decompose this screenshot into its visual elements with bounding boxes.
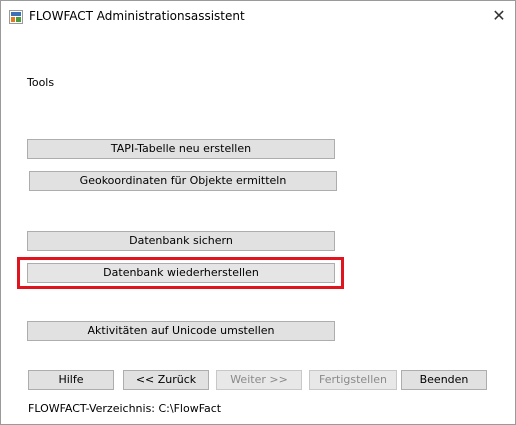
database-backup-button[interactable]: Datenbank sichern	[27, 231, 335, 251]
database-restore-button[interactable]: Datenbank wiederherstellen	[27, 263, 335, 283]
finish-button[interactable]: Fertigstellen	[309, 370, 397, 390]
close-button[interactable]: ✕	[487, 5, 511, 27]
help-button[interactable]: Hilfe	[28, 370, 114, 390]
exit-button[interactable]: Beenden	[401, 370, 487, 390]
title-bar: FLOWFACT Administrationsassistent ✕	[1, 1, 515, 33]
next-button[interactable]: Weiter >>	[216, 370, 302, 390]
flowfact-app-icon	[9, 10, 23, 24]
back-button[interactable]: << Zurück	[123, 370, 209, 390]
geocoordinates-button[interactable]: Geokoordinaten für Objekte ermitteln	[29, 171, 337, 191]
close-icon: ✕	[492, 6, 506, 25]
window-title: FLOWFACT Administrationsassistent	[29, 9, 245, 23]
unicode-conversion-button[interactable]: Aktivitäten auf Unicode umstellen	[27, 321, 335, 341]
tapi-table-rebuild-button[interactable]: TAPI-Tabelle neu erstellen	[27, 139, 335, 159]
flowfact-directory-label: FLOWFACT-Verzeichnis: C:\FlowFact	[28, 402, 222, 415]
section-label-tools: Tools	[27, 76, 55, 89]
dialog-window: FLOWFACT Administrationsassistent ✕ Tool…	[0, 0, 516, 425]
